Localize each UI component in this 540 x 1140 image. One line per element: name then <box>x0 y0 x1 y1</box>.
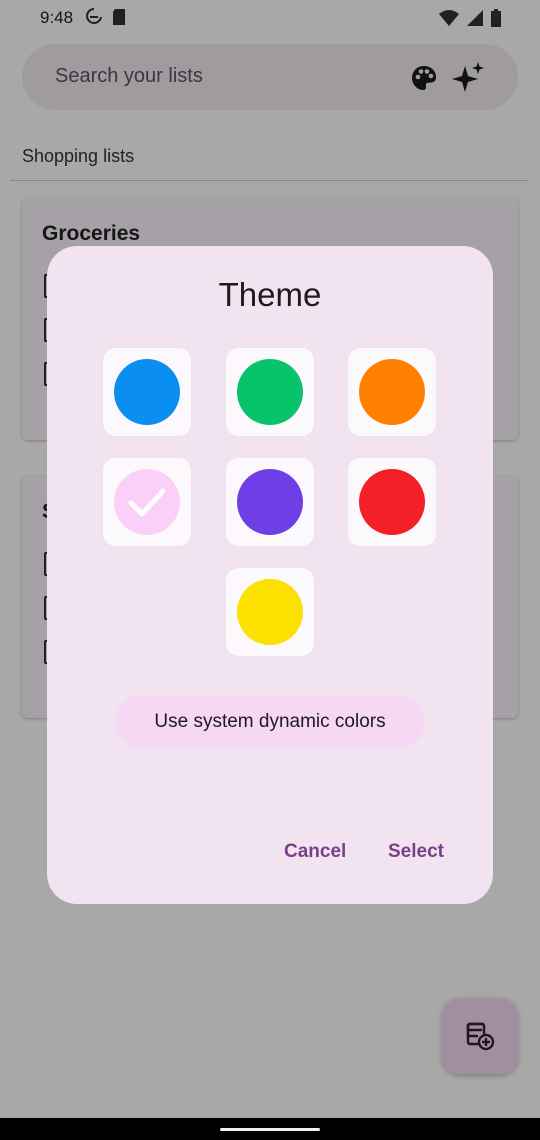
color-dot <box>237 579 303 645</box>
color-dot <box>359 359 425 425</box>
color-dot <box>359 469 425 535</box>
navigation-bar <box>0 1118 540 1140</box>
color-dot <box>114 359 180 425</box>
swatch-purple[interactable] <box>226 458 314 546</box>
home-handle[interactable] <box>220 1128 320 1131</box>
swatch-yellow[interactable] <box>226 568 314 656</box>
use-dynamic-colors-button[interactable]: Use system dynamic colors <box>115 695 425 749</box>
select-button[interactable]: Select <box>388 841 444 863</box>
swatch-green[interactable] <box>226 348 314 436</box>
swatch-red[interactable] <box>348 458 436 546</box>
theme-dialog: Theme Use system dynamic colors Cancel S… <box>47 246 493 904</box>
color-dot <box>237 469 303 535</box>
color-dot <box>237 359 303 425</box>
swatch-blue[interactable] <box>103 348 191 436</box>
swatch-pink[interactable] <box>103 458 191 546</box>
swatch-orange[interactable] <box>348 348 436 436</box>
cancel-button[interactable]: Cancel <box>284 841 346 863</box>
check-icon <box>128 488 166 517</box>
dialog-title: Theme <box>218 276 322 313</box>
